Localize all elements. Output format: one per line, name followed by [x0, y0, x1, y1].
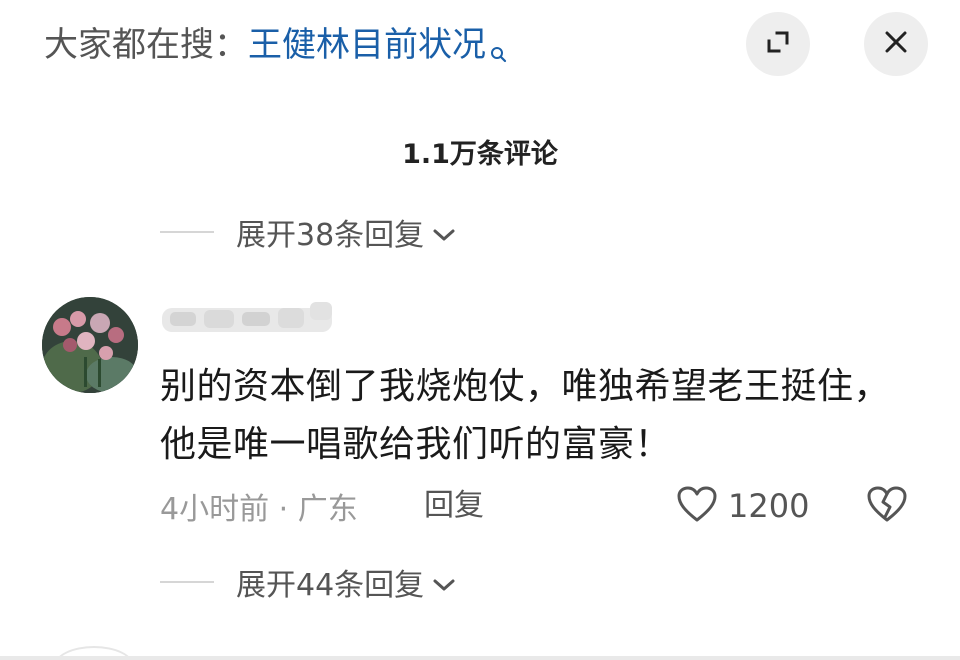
- expand-corners-icon: [763, 27, 793, 61]
- comment-text: 别的资本倒了我烧炮仗，唯独希望老王挺住，他是唯一唱歌给我们听的富豪！: [160, 366, 891, 465]
- expand-replies-button[interactable]: 展开38条回复: [160, 210, 456, 254]
- close-button[interactable]: [864, 12, 928, 76]
- close-x-icon: [883, 29, 909, 59]
- search-suggestion[interactable]: 大家都在搜：王健林目前状况: [44, 20, 508, 78]
- expand-button[interactable]: [746, 12, 810, 76]
- like-button[interactable]: 1200: [676, 482, 809, 530]
- avatar[interactable]: [42, 297, 138, 393]
- comment-count-title: 1.1万条评论: [402, 139, 558, 170]
- reply-button[interactable]: 回复: [424, 484, 484, 528]
- divider-dash: [160, 581, 214, 583]
- expand-replies-label: 展开44条回复: [236, 568, 425, 603]
- search-suggestion-prefix: 大家都在搜：: [44, 25, 248, 65]
- chevron-down-icon: [432, 566, 456, 601]
- like-count: 1200: [728, 487, 810, 525]
- expand-replies-button[interactable]: 展开44条回复: [160, 560, 456, 604]
- comment-meta: 4小时前 · 广东: [160, 492, 358, 527]
- chevron-down-icon: [432, 216, 456, 251]
- search-suggestion-term[interactable]: 王健林目前状况: [248, 25, 486, 65]
- magnifier-icon: [490, 28, 508, 78]
- dislike-button[interactable]: [864, 484, 910, 528]
- top-bar: 大家都在搜：王健林目前状况: [0, 0, 960, 92]
- expand-replies-label: 展开38条回复: [236, 218, 425, 253]
- heart-outline-icon: [676, 485, 718, 527]
- username-blurred[interactable]: [160, 296, 340, 340]
- bottom-divider: [0, 656, 960, 660]
- divider-dash: [160, 231, 214, 233]
- broken-heart-icon: [866, 485, 908, 527]
